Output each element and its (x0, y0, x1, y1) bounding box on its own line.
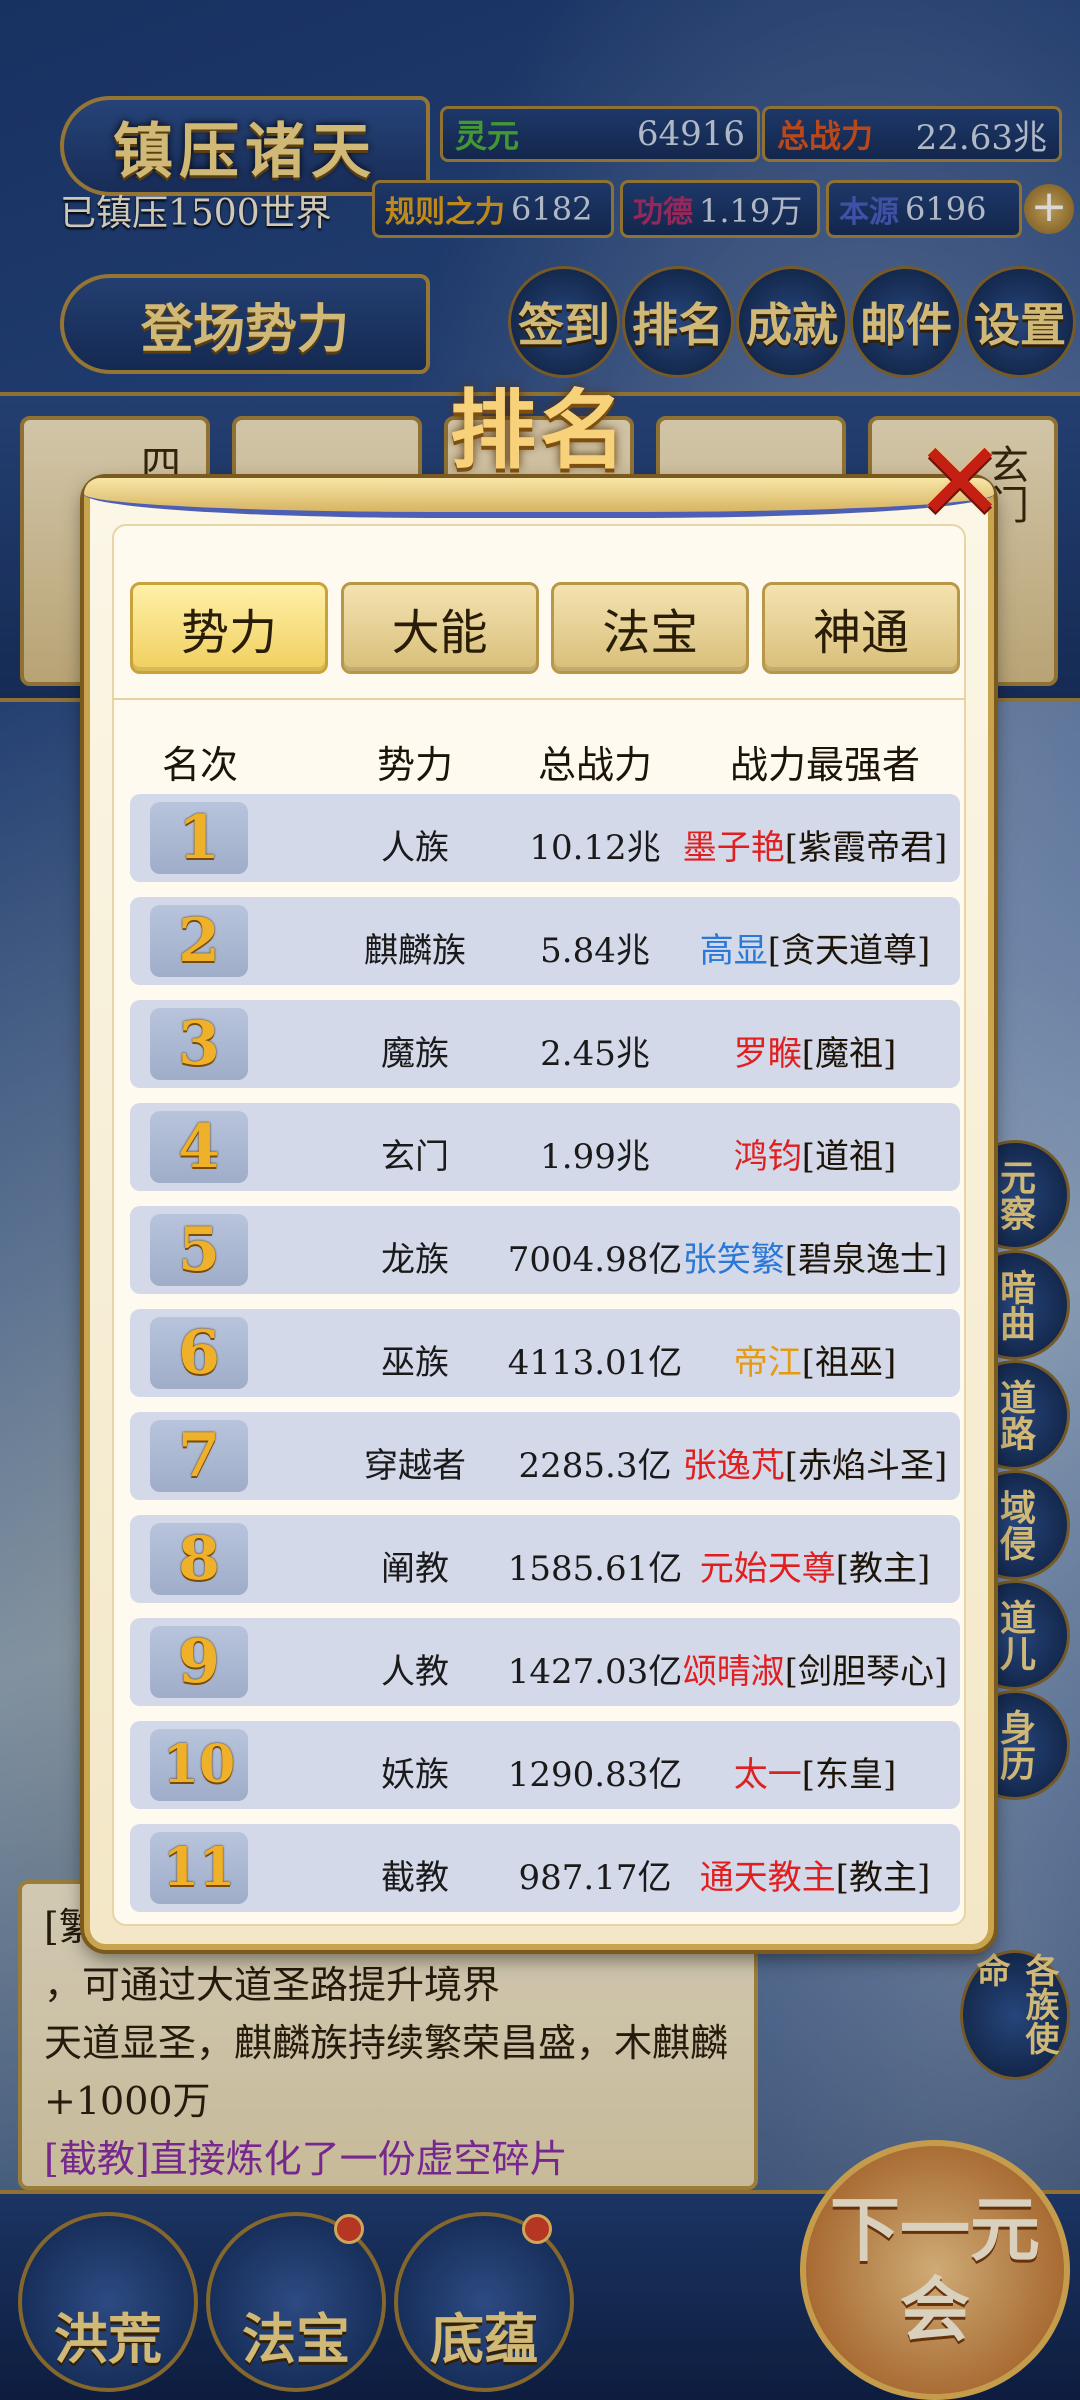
ranking-modal: 势力 大能 法宝 神通 名次 势力 总战力 战力最强者 1 人族 10.12兆 墨子艳… (84, 478, 994, 1950)
rank-badge: 2 (150, 905, 248, 977)
leader-title: [剑胆琴心] (784, 1652, 948, 1692)
table-row[interactable]: 5 龙族 7004.98亿 张笑繁[碧泉逸士] (130, 1206, 960, 1294)
strongest-member: 高显[贪天道尊] (670, 923, 960, 972)
strongest-member: 张笑繁[碧泉逸士] (670, 1232, 960, 1281)
leader-name: 元始天尊 (699, 1549, 836, 1589)
table-row[interactable]: 2 麒麟族 5.84兆 高显[贪天道尊] (130, 897, 960, 985)
rank-badge: 11 (150, 1832, 248, 1904)
faction-name: 妖族 (381, 1755, 449, 1795)
divider (112, 698, 966, 700)
table-row[interactable]: 9 人教 1427.03亿 颂晴淑[剑胆琴心] (130, 1618, 960, 1706)
table-row[interactable]: 8 阐教 1585.61亿 元始天尊[教主] (130, 1515, 960, 1603)
faction-name: 巫族 (381, 1343, 449, 1383)
rank-badge: 3 (150, 1008, 248, 1080)
tab-great-powers[interactable]: 大能 (340, 582, 539, 674)
total-power: 5.84兆 (540, 931, 650, 971)
leader-title: [碧泉逸士] (784, 1240, 948, 1280)
total-power: 1427.03亿 (507, 1652, 683, 1692)
total-power: 2285.3亿 (518, 1446, 672, 1486)
leader-name: 高显 (699, 931, 768, 971)
leader-title: [贪天道尊] (767, 931, 931, 971)
leader-name: 颂晴淑 (682, 1652, 785, 1692)
column-rank: 名次 (161, 743, 238, 787)
leader-name: 墨子艳 (682, 828, 785, 868)
leader-name: 太一 (733, 1755, 802, 1795)
leader-name: 通天教主 (699, 1858, 836, 1898)
rank-badge: 5 (150, 1214, 248, 1286)
leader-name: 罗睺 (733, 1034, 802, 1074)
table-row[interactable]: 10 妖族 1290.83亿 太一[东皇] (130, 1721, 960, 1809)
column-strongest: 战力最强者 (729, 743, 920, 787)
faction-name: 魔族 (381, 1034, 449, 1074)
ranking-tabs: 势力 大能 法宝 神通 (130, 582, 960, 674)
rank-badge: 10 (150, 1729, 248, 1801)
strongest-member: 罗睺[魔祖] (670, 1026, 960, 1075)
strongest-member: 墨子艳[紫霞帝君] (670, 820, 960, 869)
tab-factions[interactable]: 势力 (130, 582, 328, 674)
total-power: 1.99兆 (540, 1137, 650, 1177)
rank-badge: 8 (150, 1523, 248, 1595)
table-row[interactable]: 6 巫族 4113.01亿 帝江[祖巫] (130, 1309, 960, 1397)
leader-title: [紫霞帝君] (784, 828, 948, 868)
faction-name: 人族 (381, 828, 449, 868)
table-row[interactable]: 3 魔族 2.45兆 罗睺[魔祖] (130, 1000, 960, 1088)
rank-badge: 4 (150, 1111, 248, 1183)
modal-title: 排名 (450, 380, 630, 481)
rank-badge: 7 (150, 1420, 248, 1492)
leader-title: [魔祖] (801, 1034, 897, 1074)
table-row[interactable]: 11 截教 987.17亿 通天教主[教主] (130, 1824, 960, 1912)
faction-name: 截教 (381, 1858, 449, 1898)
total-power: 4113.01亿 (507, 1343, 683, 1383)
strongest-member: 元始天尊[教主] (670, 1541, 960, 1590)
column-total-power: 总战力 (537, 743, 652, 787)
faction-name: 麒麟族 (364, 931, 466, 971)
close-icon[interactable]: ✕ (910, 427, 1010, 537)
rank-badge: 1 (150, 802, 248, 874)
tab-treasures[interactable]: 法宝 (551, 582, 750, 674)
table-row[interactable]: 4 玄门 1.99兆 鸿钧[道祖] (130, 1103, 960, 1191)
leader-title: [教主] (835, 1549, 931, 1589)
rank-badge: 6 (150, 1317, 248, 1389)
total-power: 987.17亿 (518, 1858, 672, 1898)
leader-title: [道祖] (801, 1137, 897, 1177)
leader-title: [东皇] (801, 1755, 897, 1795)
leader-title: [教主] (835, 1858, 931, 1898)
tab-abilities[interactable]: 神通 (761, 582, 960, 674)
strongest-member: 鸿钧[道祖] (670, 1129, 960, 1178)
total-power: 7004.98亿 (507, 1240, 683, 1280)
leader-title: [赤焰斗圣] (784, 1446, 948, 1486)
rank-badge: 9 (150, 1626, 248, 1698)
leader-name: 张笑繁 (682, 1240, 785, 1280)
leader-title: [祖巫] (801, 1343, 897, 1383)
table-header: 名次 势力 总战力 战力最强者 (130, 714, 960, 794)
faction-name: 穿越者 (364, 1446, 466, 1486)
total-power: 10.12兆 (529, 828, 661, 868)
strongest-member: 颂晴淑[剑胆琴心] (670, 1644, 960, 1693)
leader-name: 鸿钧 (733, 1137, 802, 1177)
faction-name: 人教 (381, 1652, 449, 1692)
total-power: 2.45兆 (540, 1034, 650, 1074)
strongest-member: 张逸芃[赤焰斗圣] (670, 1438, 960, 1487)
strongest-member: 太一[东皇] (670, 1747, 960, 1796)
column-faction: 势力 (376, 743, 453, 787)
total-power: 1290.83亿 (507, 1755, 683, 1795)
faction-name: 玄门 (381, 1137, 449, 1177)
strongest-member: 帝江[祖巫] (670, 1335, 960, 1384)
leader-name: 张逸芃 (682, 1446, 785, 1486)
leader-name: 帝江 (733, 1343, 802, 1383)
strongest-member: 通天教主[教主] (670, 1850, 960, 1899)
table-row[interactable]: 7 穿越者 2285.3亿 张逸芃[赤焰斗圣] (130, 1412, 960, 1500)
modal-banner (84, 478, 994, 518)
faction-name: 龙族 (381, 1240, 449, 1280)
table-row[interactable]: 1 人族 10.12兆 墨子艳[紫霞帝君] (130, 794, 960, 882)
total-power: 1585.61亿 (507, 1549, 683, 1589)
faction-name: 阐教 (381, 1549, 449, 1589)
